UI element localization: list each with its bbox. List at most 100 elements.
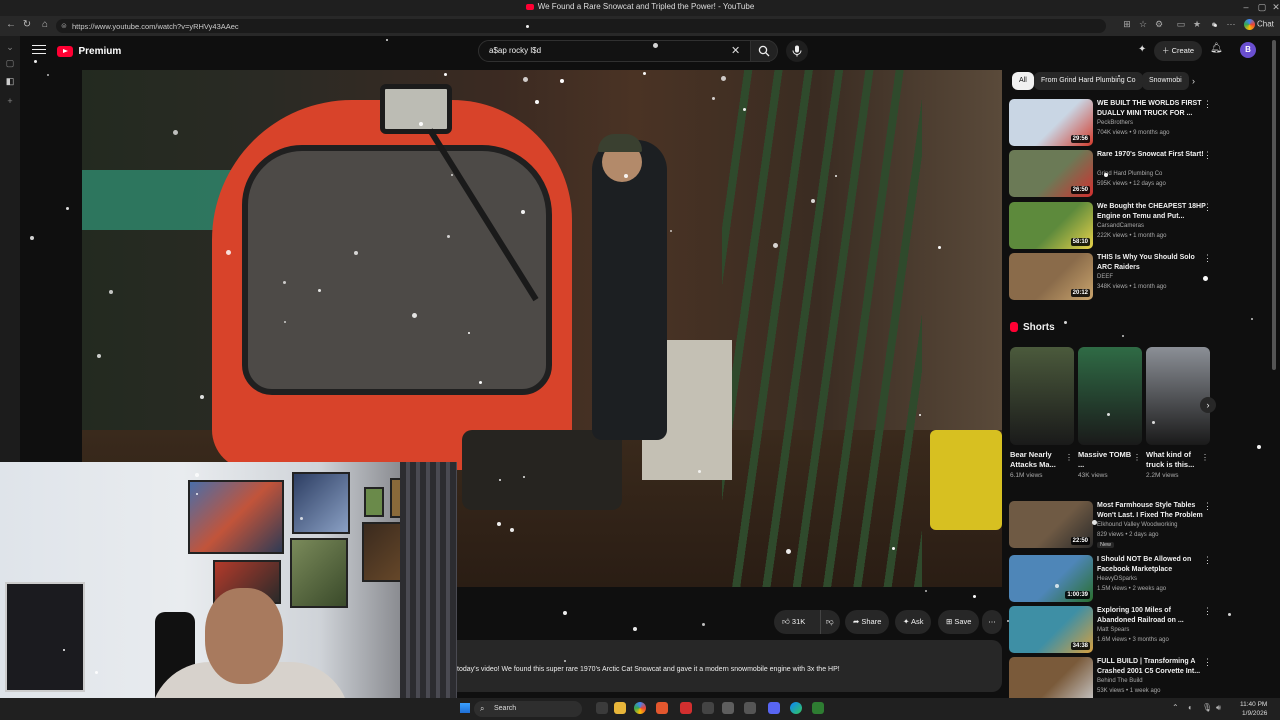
taskbar-clock[interactable]: 11:40 PM 1/9/2026 [1240, 700, 1267, 718]
notifications-bell-icon[interactable]: 🔔︎ [1210, 43, 1223, 54]
related-video[interactable]: 20:12 THIS Is Why You Should Solo ARC Rai… [1009, 253, 1219, 301]
edge-icon[interactable] [790, 702, 802, 714]
short-thumbnail[interactable] [1010, 347, 1074, 445]
video-title[interactable]: FULL BUILD | Transforming A Crashed 2001… [1097, 657, 1209, 676]
channel-name[interactable]: PeckBrothers [1097, 120, 1133, 126]
search-box[interactable]: ✕ [478, 40, 770, 62]
profile-icon[interactable]: ● [1207, 19, 1221, 29]
share-button[interactable]: ➦ Share [845, 610, 890, 634]
discord-icon[interactable] [768, 702, 780, 714]
page-scrollbar[interactable] [1271, 36, 1277, 686]
short-thumbnail[interactable] [1078, 347, 1142, 445]
chat-button[interactable]: Chat [1244, 19, 1274, 30]
youtube-logo[interactable]: Premium [57, 43, 121, 58]
video-title[interactable]: WE BUILT THE WORLDS FIRST DUALLY MINI TR… [1097, 99, 1209, 118]
short-thumbnail[interactable] [1146, 347, 1210, 445]
video-thumbnail[interactable] [1009, 657, 1093, 704]
video-thumbnail[interactable]: 29:56 [1009, 99, 1093, 146]
extension-icon[interactable]: ⊞ [1120, 19, 1134, 30]
video-thumbnail[interactable]: 34:38 [1009, 606, 1093, 653]
related-video[interactable]: 58:10 We Bought the CHEAPEST 18HP Engine … [1009, 202, 1219, 250]
tab-title[interactable]: We Found a Rare Snowcat and Tripled the … [0, 2, 1280, 11]
channel-name[interactable]: Matt Spears [1097, 627, 1129, 633]
video-thumbnail[interactable]: 1:00:39 [1009, 555, 1093, 602]
more-actions-icon[interactable]: ⋯ [982, 610, 1002, 634]
short-card[interactable]: Massive TOMB ... 43K views ⋮ [1078, 347, 1142, 479]
short-title[interactable]: Bear Nearly Attacks Ma... [1010, 450, 1065, 470]
chip-from-channel[interactable]: From Grind Hard Plumbing Co [1034, 72, 1143, 90]
more-options-icon[interactable]: ⋮ [1203, 555, 1212, 566]
more-options-icon[interactable]: ⋮ [1203, 99, 1212, 110]
more-options-icon[interactable]: ⋮ [1201, 453, 1209, 462]
search-button[interactable] [750, 40, 778, 62]
video-title[interactable]: Most Farmhouse Style Tables Won't Last. … [1097, 501, 1209, 520]
app-box-icon[interactable] [744, 702, 756, 714]
ai-sparkle-icon[interactable]: ✦ [1138, 44, 1146, 55]
home-icon[interactable]: ⌂ [38, 19, 52, 30]
video-description[interactable]: today's video! We found this super rare … [457, 640, 1002, 692]
more-options-icon[interactable]: ⋮ [1203, 657, 1212, 668]
chrome-icon[interactable] [634, 702, 646, 714]
related-video[interactable]: 29:56 WE BUILT THE WORLDS FIRST DUALLY MI… [1009, 99, 1219, 147]
channel-name[interactable]: DEEF [1097, 274, 1113, 280]
channel-name[interactable]: HeavyDSparks [1097, 576, 1137, 582]
tray-app-icon[interactable]: ◐ [1188, 703, 1193, 712]
more-options-icon[interactable]: ⋮ [1203, 253, 1212, 264]
app-gray-icon[interactable] [722, 702, 734, 714]
account-avatar[interactable]: B [1240, 42, 1256, 58]
related-video[interactable]: 26:50 Rare 1970's Snowcat First Start! Gri… [1009, 150, 1219, 198]
video-title[interactable]: Exploring 100 Miles of Abandoned Railroa… [1097, 606, 1209, 625]
more-options-icon[interactable]: ⋮ [1203, 501, 1212, 512]
rail-active-tab-icon[interactable]: ◧ [4, 76, 16, 87]
create-button[interactable]: ＋ Create [1154, 41, 1203, 61]
reload-icon[interactable]: ↻ [20, 19, 34, 30]
more-options-icon[interactable]: ⋮ [1203, 150, 1212, 161]
favorites-icon[interactable]: ★ [1190, 19, 1204, 30]
video-title[interactable]: We Bought the CHEAPEST 18HP Engine on Te… [1097, 202, 1209, 221]
more-options-icon[interactable]: ⋮ [1065, 453, 1073, 462]
short-title[interactable]: Massive TOMB ... [1078, 450, 1133, 470]
short-card[interactable]: What kind of truck is this... 2.2M views ⋮ [1146, 347, 1210, 479]
related-video[interactable]: 22:50 Most Farmhouse Style Tables Won't L… [1009, 501, 1219, 549]
search-input[interactable] [489, 46, 729, 55]
channel-name[interactable]: Grind Hard Plumbing Co [1097, 171, 1162, 177]
extensions-puzzle-icon[interactable]: ⚙ [1152, 19, 1166, 30]
video-thumbnail[interactable]: 58:10 [1009, 202, 1093, 249]
related-video[interactable]: 1:00:39 I Should NOT Be Allowed on Facebo… [1009, 555, 1219, 603]
close-window-icon[interactable]: ✕ [1266, 2, 1280, 13]
scrollbar-thumb[interactable] [1272, 40, 1276, 370]
file-explorer-icon[interactable] [614, 702, 626, 714]
tray-volume-icon[interactable]: 🔊︎ [1216, 703, 1221, 713]
site-info-icon[interactable]: ⊜ [61, 22, 67, 30]
app-red-icon[interactable] [680, 702, 692, 714]
tray-chevron-icon[interactable]: ⌃ [1172, 703, 1179, 712]
related-video[interactable]: 34:38 Exploring 100 Miles of Abandoned Ra… [1009, 606, 1219, 654]
more-options-icon[interactable]: ⋮ [1203, 202, 1212, 213]
taskbar-search[interactable]: ⌕ Search [474, 701, 582, 717]
task-view-icon[interactable] [596, 702, 608, 714]
video-title[interactable]: Rare 1970's Snowcat First Start! [1097, 150, 1209, 160]
shorts-next-chevron-icon[interactable]: › [1200, 397, 1216, 413]
save-button[interactable]: ⊞ Save [938, 610, 980, 634]
rail-add-tab-icon[interactable]: + [4, 96, 16, 106]
dislike-icon[interactable]: 👎︎ [826, 610, 834, 634]
bookmark-star-icon[interactable]: ☆ [1136, 19, 1150, 30]
channel-name[interactable]: Elkhound Valley Woodworking [1097, 522, 1178, 528]
more-options-icon[interactable]: ⋮ [1133, 453, 1141, 462]
app-green-icon[interactable] [812, 702, 824, 714]
video-title[interactable]: I Should NOT Be Allowed on Facebook Mark… [1097, 555, 1209, 574]
video-thumbnail[interactable]: 20:12 [1009, 253, 1093, 300]
video-title[interactable]: THIS Is Why You Should Solo ARC Raiders [1097, 253, 1209, 272]
back-icon[interactable]: ← [4, 19, 18, 30]
rail-tab-icon[interactable]: ▢ [4, 58, 16, 69]
voice-search-button[interactable] [786, 40, 808, 62]
tray-mic-icon[interactable]: 🎙︎ [1202, 703, 1212, 712]
menu-dots-icon[interactable]: ⋯ [1224, 19, 1238, 30]
address-bar[interactable]: ⊜ https://www.youtube.com/watch?v=yRHVy4… [56, 19, 1106, 33]
hamburger-menu-icon[interactable] [32, 42, 46, 56]
app-orange-icon[interactable] [656, 702, 668, 714]
like-button[interactable]: 👍︎ 31K [782, 610, 805, 634]
channel-name[interactable]: Behind The Build [1097, 678, 1143, 684]
more-options-icon[interactable]: ⋮ [1203, 606, 1212, 617]
rail-collapse-icon[interactable]: ⌄ [4, 42, 16, 53]
